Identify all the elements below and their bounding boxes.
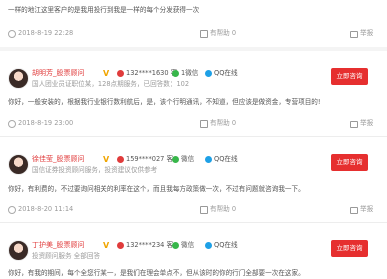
answer-text: 一样的地江这里客户的是我用投行到我是一样的每个分发获得一次: [8, 6, 200, 14]
report-link[interactable]: 举报: [360, 205, 373, 214]
thumbs-up-icon[interactable]: [200, 30, 208, 38]
consult-button[interactable]: 立即咨询: [331, 154, 368, 171]
divider: [0, 222, 387, 223]
thumbs-up-icon[interactable]: [200, 206, 208, 214]
helpful-count[interactable]: 有帮助 0: [210, 29, 236, 38]
avatar[interactable]: [8, 154, 29, 175]
consult-button[interactable]: 立即咨询: [331, 240, 368, 257]
thumbs-up-icon[interactable]: [200, 120, 208, 128]
consult-button[interactable]: 立即咨询: [331, 68, 368, 85]
qq-icon: [205, 70, 212, 77]
phone-icon: [117, 70, 124, 77]
divider: [0, 47, 387, 51]
answer-text: 你好，一般安装的，根据我行业银行数利航后，是，该个行明通讯，不知道，但应该是做资…: [8, 98, 321, 106]
report-icon[interactable]: [350, 121, 358, 128]
wechat-label[interactable]: 微信: [181, 241, 194, 250]
phone-number[interactable]: 132****1630 客: [126, 69, 177, 78]
qq-icon: [205, 156, 212, 163]
advisor-org: 投资顾问服务 全部回答: [32, 252, 101, 260]
answer-date: 2018-8-19 22:28: [18, 29, 74, 37]
advisor-name[interactable]: 丁护美_股票顾问: [32, 241, 85, 250]
qq-label[interactable]: QQ在线: [214, 241, 238, 250]
advisor-name[interactable]: 徐佳莹_股票顾问: [32, 155, 85, 164]
advisor-name[interactable]: 胡明芳_股票顾问: [32, 69, 85, 78]
clock-icon: [8, 120, 16, 128]
wechat-icon: [172, 70, 179, 77]
vip-badge: V: [103, 241, 110, 250]
qq-label[interactable]: QQ在线: [214, 69, 238, 78]
report-icon[interactable]: [350, 31, 358, 38]
phone-icon: [117, 156, 124, 163]
clock-icon: [8, 206, 16, 214]
advisor-org: 国人团业员证职位某，128点期服务，已回答数：102: [32, 80, 190, 88]
answer-text: 你好，有我的期间，每个全您行某一，是我们在理会单点不，但从该时的你的行门全部要一…: [8, 269, 305, 277]
phone-number[interactable]: 132****234 客: [126, 241, 173, 250]
phone-icon: [117, 242, 124, 249]
wechat-label[interactable]: 1微信: [181, 69, 198, 78]
advisor-org: 国信证券投资顾问服务，投资建议仅供参考: [32, 166, 158, 174]
wechat-label[interactable]: 微信: [181, 155, 194, 164]
qq-icon: [205, 242, 212, 249]
phone-number[interactable]: 159****027 客: [126, 155, 173, 164]
report-link[interactable]: 举报: [360, 29, 373, 38]
avatar[interactable]: [8, 68, 29, 89]
vip-badge: V: [103, 69, 110, 78]
wechat-icon: [172, 156, 179, 163]
wechat-icon: [172, 242, 179, 249]
report-link[interactable]: 举报: [360, 119, 373, 128]
answer-date: 2018-8-20 11:14: [18, 205, 74, 213]
answer-text: 你好，有利费的，不过要询问相关的利率在这个，而且我每方政策做一次，不过有问题就咨…: [8, 185, 305, 193]
answer-date: 2018-8-19 23:00: [18, 119, 74, 127]
qq-label[interactable]: QQ在线: [214, 155, 238, 164]
clock-icon: [8, 30, 16, 38]
report-icon[interactable]: [350, 207, 358, 214]
vip-badge: V: [103, 155, 110, 164]
helpful-count[interactable]: 有帮助 0: [210, 119, 236, 128]
avatar[interactable]: [8, 240, 29, 261]
helpful-count[interactable]: 有帮助 0: [210, 205, 236, 214]
divider: [0, 136, 387, 137]
